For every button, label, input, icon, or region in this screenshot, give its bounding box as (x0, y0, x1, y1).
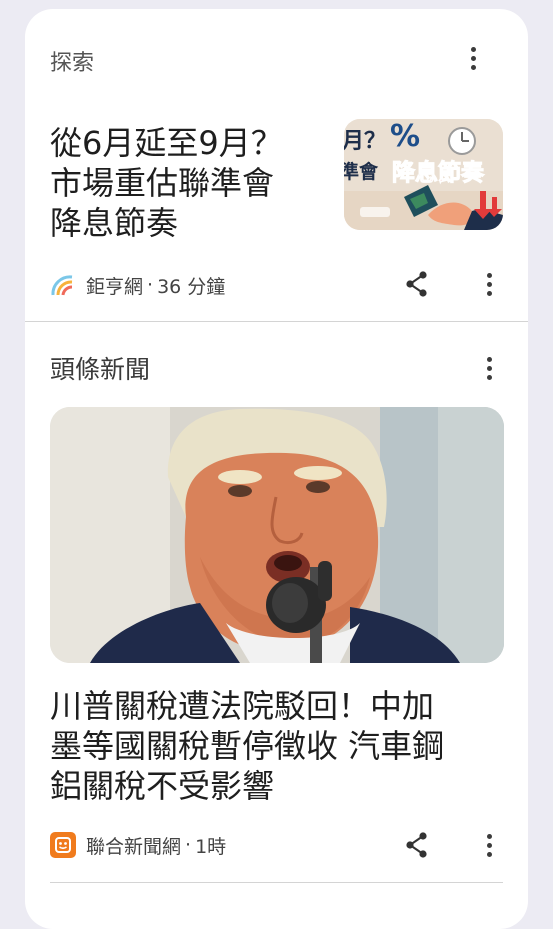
meta-separator: · (147, 274, 154, 296)
section-divider (50, 882, 503, 883)
source-name: 聯合新聞網 (86, 835, 182, 858)
share-icon[interactable] (405, 271, 429, 297)
explore-article-headline[interactable]: 從6月延至9月？ 市場重估聯準會 降息節奏 (50, 123, 330, 243)
headline-line: 從6月延至9月？ (50, 124, 283, 162)
top-news-more-vert-icon[interactable] (477, 353, 501, 383)
udn-logo-icon (50, 832, 76, 858)
headline-line: 鋁關稅不受影響 (50, 767, 275, 805)
cnyes-logo-icon (51, 275, 73, 296)
explore-article-thumbnail[interactable]: 月？ % 準會 降息節奏 (344, 119, 503, 230)
explore-article-meta: 鉅亨網 · 36 分鐘 (50, 273, 226, 298)
explore-more-vert-icon[interactable] (461, 43, 485, 73)
top-news-section-title: 頭條新聞 (50, 355, 151, 384)
publish-time: 1時 (195, 835, 227, 858)
top-news-article-headline[interactable]: 川普關稅遭法院駁回！中加 墨等國關稅暫停徵收 汽車鋼 鋁關稅不受影響 (50, 686, 510, 806)
top-news-hero-image[interactable] (50, 407, 504, 663)
thumb-text-bottom-left: 準會 (344, 161, 379, 183)
section-divider (25, 321, 528, 322)
thumb-text-percent: % (390, 119, 421, 154)
share-icon[interactable] (405, 832, 429, 858)
source-name: 鉅亨網 (86, 275, 144, 298)
explore-section-title: 探索 (50, 51, 95, 76)
top-news-article-meta: 聯合新聞網 · 1時 (50, 832, 226, 858)
article-more-vert-icon[interactable] (477, 830, 501, 860)
article-more-vert-icon[interactable] (477, 269, 501, 299)
headline-line: 降息節奏 (50, 204, 179, 242)
meta-separator: · (185, 834, 192, 856)
headline-line: 墨等國關稅暫停徵收 汽車鋼 (50, 727, 445, 765)
headline-line: 川普關稅遭法院駁回！中加 (50, 687, 435, 725)
thumb-text-line1: 月？ (344, 129, 387, 154)
headline-line: 市場重估聯準會 (50, 164, 275, 202)
hero-photo-illustration (50, 407, 504, 663)
publish-time: 36 分鐘 (157, 275, 226, 298)
thumb-text-bottom-right: 降息節奏 (392, 160, 485, 187)
news-feed-card: 探索 從6月延至9月？ 市場重估聯準會 降息節奏 月？ % 準會 降息節奏 鉅亨… (25, 9, 528, 929)
